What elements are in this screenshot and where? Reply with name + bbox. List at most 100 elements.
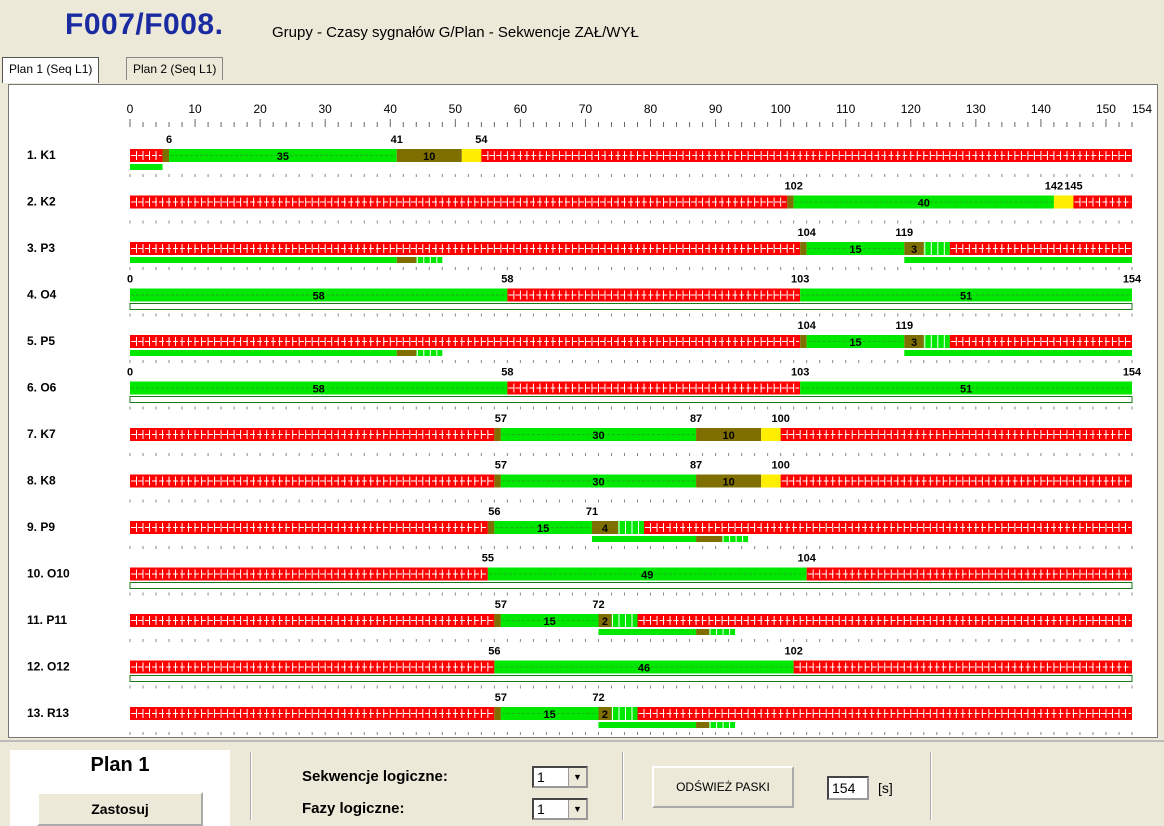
time-marker-label: 145 [1064, 181, 1082, 193]
signal-segment-amber [787, 195, 794, 209]
segment-duration-label: 15 [537, 523, 549, 535]
apply-button[interactable]: Zastosuj [37, 792, 203, 826]
signal-segment-amber [494, 474, 501, 488]
refresh-bars-button[interactable]: ODŚWIEŻ PASKI [652, 766, 794, 808]
time-marker-label: 119 [895, 227, 913, 239]
time-marker-label: 57 [495, 460, 507, 472]
group-outline-box [129, 675, 1133, 682]
group-label: 5. P5 [27, 334, 55, 348]
time-marker-label: 0 [127, 274, 133, 286]
time-marker-label: 58 [501, 367, 513, 379]
time-marker-label: 104 [797, 553, 816, 565]
group-label: 4. O4 [27, 288, 57, 302]
sub-segment-greenblink [416, 350, 443, 356]
axis-tick-label: 50 [449, 102, 463, 116]
sub-segment-amber [696, 629, 710, 635]
axis-tick-label: 0 [127, 102, 134, 116]
divider [930, 752, 932, 820]
time-marker-label: 71 [586, 506, 598, 518]
tab-plan-2[interactable]: Plan 2 (Seq L1) [126, 57, 224, 80]
time-marker-label: 100 [771, 413, 789, 425]
axis-tick-label: 20 [253, 102, 267, 116]
logical-sequences-label: Sekwencje logiczne: [302, 768, 448, 785]
axis-tick-label: 30 [319, 102, 333, 116]
sub-segment-amber [696, 722, 710, 728]
signal-segment-yellow [761, 474, 781, 488]
chevron-down-icon[interactable]: ▼ [568, 768, 586, 786]
divider [622, 752, 624, 820]
time-marker-label: 56 [488, 506, 500, 518]
group-label: 7. K7 [27, 427, 56, 441]
axis-tick-label: 120 [901, 102, 921, 116]
group-label: 2. K2 [27, 195, 56, 209]
time-marker-label: 100 [771, 460, 789, 472]
axis-tick-label: 60 [514, 102, 528, 116]
segment-duration-label: 15 [849, 244, 861, 256]
time-marker-label: 104 [797, 320, 816, 332]
group-label: 6. O6 [27, 381, 57, 395]
logical-sequences-select[interactable]: 1 ▼ [532, 766, 588, 788]
sub-segment-greenblink [722, 536, 749, 542]
cycle-seconds-field[interactable]: 154 [827, 776, 869, 800]
group-outline-box [129, 396, 1133, 403]
time-marker-label: 55 [482, 553, 494, 565]
time-marker-label: 103 [791, 367, 809, 379]
time-marker-label: 72 [592, 692, 604, 704]
time-marker-label: 104 [797, 227, 816, 239]
signal-segment-yellow [1053, 195, 1074, 209]
time-marker-label: 102 [784, 181, 802, 193]
segment-duration-label: 4 [602, 523, 609, 535]
seconds-unit-label: [s] [878, 780, 893, 796]
group-outline-box [129, 582, 1133, 589]
signal-segment-greenblink [923, 335, 950, 348]
logical-sequences-value: 1 [537, 769, 545, 785]
axis-tick-label: 100 [771, 102, 791, 116]
signal-timeline-chart: 0 10 20 30 40 50 60 70 80 90 100 110 120 130 140 150 154… [27, 102, 1152, 735]
group-label: 10. O10 [27, 567, 70, 581]
time-marker-label: 56 [488, 646, 500, 658]
segment-duration-label: 10 [722, 477, 734, 489]
sub-segment-green [591, 536, 697, 542]
footer-controls: Plan 1 Zastosuj Sekwencje logiczne: 1 ▼ … [0, 740, 1164, 826]
segment-duration-label: 10 [722, 430, 734, 442]
group-label: 3. P3 [27, 241, 55, 255]
time-marker-label: 119 [895, 320, 913, 332]
segment-duration-label: 2 [602, 616, 608, 628]
plan-box: Plan 1 Zastosuj [10, 750, 230, 826]
sub-segment-amber [696, 536, 723, 542]
segment-duration-label: 15 [544, 709, 556, 721]
segment-duration-label: 49 [641, 570, 653, 582]
logical-phases-select[interactable]: 1 ▼ [532, 798, 588, 820]
signal-segment-greenblink [923, 242, 950, 255]
axis-tick-label: 130 [966, 102, 986, 116]
segment-duration-label: 51 [960, 291, 972, 303]
segment-duration-label: 58 [313, 291, 325, 303]
divider [250, 752, 252, 820]
signal-segment-amber [494, 428, 501, 441]
segment-duration-label: 40 [918, 198, 930, 210]
time-marker-label: 72 [592, 599, 604, 611]
sub-segment-green [598, 629, 697, 635]
time-marker-label: 87 [690, 413, 702, 425]
time-marker-label: 54 [475, 134, 488, 146]
tab-plan-1[interactable]: Plan 1 (Seq L1) [2, 57, 100, 83]
signal-segment-amber [487, 521, 495, 534]
group-label: 12. O12 [27, 660, 70, 674]
segment-duration-label: 30 [592, 430, 604, 442]
axis-tick-label: 90 [709, 102, 723, 116]
sub-segment-green [904, 350, 1132, 356]
chevron-down-icon[interactable]: ▼ [568, 800, 586, 818]
segment-duration-label: 3 [911, 337, 917, 349]
signal-segment-amber [494, 707, 501, 720]
axis-tick-label: 150 [1096, 102, 1116, 116]
signal-segment-yellow [761, 428, 781, 441]
signal-segment-amber [800, 335, 807, 348]
segment-duration-label: 46 [638, 663, 650, 675]
signal-segment-amber [800, 242, 807, 255]
header: F007/F008. Grupy - Czasy sygnałów G/Plan… [0, 0, 1164, 52]
time-marker-label: 142 [1045, 181, 1063, 193]
segment-duration-label: 58 [313, 384, 325, 396]
segment-duration-label: 15 [544, 616, 556, 628]
time-marker-label: 6 [166, 134, 172, 146]
segment-duration-label: 3 [911, 244, 917, 256]
